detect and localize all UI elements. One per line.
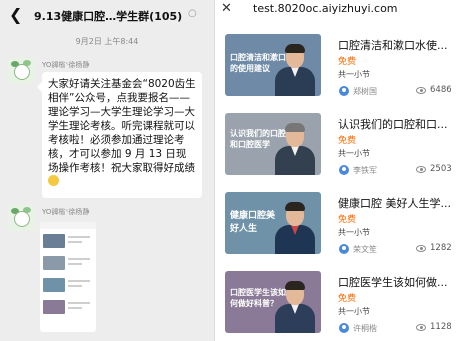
tutor-name: 郑树国 [353,87,377,96]
user-icon [339,244,349,254]
user-icon [339,86,349,96]
chat-panel: ❮ 9.13健康口腔…学生群(105) ○ 9月2日 上午8:44 YO䜰㮐ᐠ徐… [0,0,214,341]
message-bubble[interactable]: 大家好请关注基金会“8020齿生相伴”公众号，点我要报名——理论学习—大学生理论… [37,72,202,198]
course-price: 免费 [338,215,357,225]
message-text: 大家好请关注基金会“8020齿生相伴”公众号，点我要报名——理论学习—大学生理论… [48,78,196,174]
course-item[interactable]: 口腔医学生该如何做好科普？ 口腔医学生该如何做... 免费 共一小节 许桐楷 1… [215,271,462,341]
avatar[interactable] [8,58,34,84]
course-item[interactable]: 健康口腔美好人生 健康口腔 美好人生学... 免费 共一小节 荣文笙 1282 [215,192,462,265]
page-url: test.8020oc.aiyizhuyi.com [253,2,398,15]
eye-icon [416,245,426,252]
tutor-name: 荣文笙 [353,245,377,254]
course-item[interactable]: 口腔清洁和漱口水的使用建议 口腔清洁和漱口水使... 免费 共一小节 郑树国 6… [215,34,462,107]
eye-icon [416,324,426,331]
course-item[interactable]: 认识我们的口腔和口腔医学 认识我们的口腔和口... 免费 共一小节 李铁军 25… [215,113,462,186]
avatar[interactable] [8,205,34,231]
eye-icon [416,87,426,94]
course-title[interactable]: 健康口腔 美好人生学... [338,195,456,211]
lesson-count: 共一小节 [338,70,370,79]
chat-header: ❮ 9.13健康口腔…学生群(105) ○ [0,0,214,30]
chat-title: 9.13健康口腔…学生群(105) [34,10,183,23]
course-title[interactable]: 认识我们的口腔和口... [338,116,456,132]
user-icon [339,323,349,333]
course-title[interactable]: 口腔医学生该如何做... [338,274,456,290]
view-count: 1282 [430,243,452,253]
lecturer-photo [275,200,315,254]
course-price: 免费 [338,136,357,146]
lesson-count: 共一小节 [338,307,370,316]
lesson-count: 共一小节 [338,149,370,158]
browser-header: ✕ test.8020oc.aiyizhuyi.com [215,0,462,20]
timestamp: 9月2日 上午8:44 [75,37,139,46]
course-cover[interactable]: 口腔清洁和漱口水的使用建议 [225,34,321,96]
lecturer-photo [275,42,315,96]
close-icon[interactable]: ✕ [221,1,232,17]
back-icon[interactable]: ❮ [9,6,25,24]
tutor-name: 许桐楷 [353,324,377,333]
view-count: 1128 [430,322,452,332]
view-count: 2503 [430,164,452,174]
emoji-icon [48,175,59,186]
tutor-name: 李铁军 [353,166,377,175]
screenshot: ❮ 9.13健康口腔…学生群(105) ○ 9月2日 上午8:44 YO䜰㮐ᐠ徐… [0,0,462,341]
cover-text: 健康口腔美好人生 [230,211,276,234]
course-panel: ✕ test.8020oc.aiyizhuyi.com 口腔清洁和漱口水的使用建… [215,0,462,341]
course-cover[interactable]: 认识我们的口腔和口腔医学 [225,113,321,175]
image-message[interactable] [40,222,96,332]
sender-name: YO䜰㮐ᐠ徐杨静 [42,61,90,69]
course-cover[interactable]: 口腔医学生该如何做好科普？ [225,271,321,333]
course-title[interactable]: 口腔清洁和漱口水使... [338,37,456,53]
lesson-count: 共一小节 [338,228,370,237]
sender-name: YO䜰㮐ᐠ徐杨静 [42,208,90,216]
view-count: 6486 [430,85,452,95]
lecturer-photo [275,279,315,333]
course-price: 免费 [338,57,357,67]
course-price: 免费 [338,294,357,304]
course-cover[interactable]: 健康口腔美好人生 [225,192,321,254]
user-icon [339,165,349,175]
mute-icon: ○ [188,8,197,19]
eye-icon [416,166,426,173]
lecturer-photo [275,121,315,175]
